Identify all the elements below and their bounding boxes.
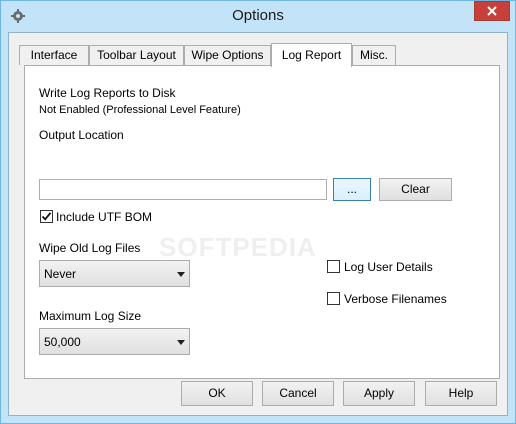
include-utf-bom-label[interactable]: Include UTF BOM [56,210,152,224]
verbose-filenames-label[interactable]: Verbose Filenames [344,292,447,306]
output-location-label: Output Location [39,128,124,142]
close-button[interactable] [474,1,510,21]
maximum-log-size-label: Maximum Log Size [39,309,142,323]
write-log-heading: Write Log Reports to Disk [39,86,176,100]
write-log-status: Not Enabled (Professional Level Feature) [39,104,241,116]
ok-button[interactable]: OK [181,381,253,406]
checkmark-icon [41,212,52,221]
output-location-input[interactable] [39,179,327,200]
verbose-filenames-checkbox[interactable] [327,292,340,305]
wipe-old-log-files-label: Wipe Old Log Files [39,241,141,255]
wipe-old-log-files-value: Never [44,267,77,281]
apply-button[interactable]: Apply [343,381,415,406]
maximum-log-size-select[interactable]: 50,000 [39,328,190,355]
dialog-client-area: Interface Toolbar Layout Wipe Options Lo… [8,32,508,416]
tab-wipe-options[interactable]: Wipe Options [184,45,271,65]
title-bar[interactable]: Options [1,1,515,32]
tab-log-report[interactable]: Log Report [271,43,352,67]
watermark: SOFTPEDIA [159,232,317,262]
close-icon [487,6,497,16]
log-user-details-label[interactable]: Log User Details [344,260,433,274]
tab-toolbar-layout[interactable]: Toolbar Layout [89,45,184,65]
chevron-down-icon [177,340,185,345]
chevron-down-icon [177,272,185,277]
help-button[interactable]: Help [425,381,497,406]
tab-interface[interactable]: Interface [19,45,89,65]
wipe-old-log-files-select[interactable]: Never [39,260,190,287]
maximum-log-size-value: 50,000 [44,335,81,349]
options-window: Options Interface Toolbar Layout Wipe Op… [0,0,516,424]
window-title: Options [232,7,284,24]
clear-button[interactable]: Clear [379,178,452,201]
log-user-details-checkbox[interactable] [327,260,340,273]
cancel-button[interactable]: Cancel [262,381,334,406]
browse-button[interactable]: ... [333,178,371,201]
log-report-panel: SOFTPEDIA Write Log Reports to Disk Not … [24,65,500,379]
tab-misc[interactable]: Misc. [352,45,396,65]
include-utf-bom-checkbox[interactable] [40,210,53,223]
